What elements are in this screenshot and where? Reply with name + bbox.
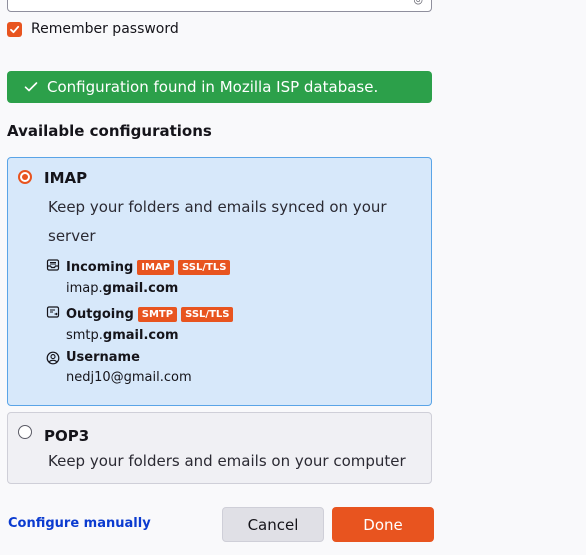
protocol-badge: SMTP [137, 307, 178, 322]
config-option-pop3[interactable]: POP3 Keep your folders and emails on you… [7, 412, 432, 484]
remember-password-checkbox[interactable] [7, 21, 22, 37]
username-label: Username [66, 350, 140, 365]
checkmark-icon [24, 82, 38, 92]
username-row: Username nedj10@gmail.com [46, 349, 192, 387]
outgoing-label: Outgoing [66, 307, 134, 322]
status-message: Configuration found in Mozilla ISP datab… [47, 78, 379, 96]
security-badge: SSL/TLS [178, 260, 231, 275]
status-notification: Configuration found in Mozilla ISP datab… [7, 71, 432, 103]
protocol-badge: IMAP [137, 260, 175, 275]
remember-password-label: Remember password [31, 21, 179, 37]
remember-password-row[interactable]: Remember password [7, 21, 179, 37]
user-icon [46, 351, 60, 365]
config-option-imap[interactable]: IMAP Keep your folders and emails synced… [7, 157, 432, 406]
inbox-icon [46, 259, 60, 271]
config-title-imap: IMAP [44, 169, 88, 187]
imap-radio[interactable] [18, 170, 32, 184]
configure-manually-link[interactable]: Configure manually [8, 516, 151, 531]
cancel-button[interactable]: Cancel [222, 507, 324, 542]
security-badge: SSL/TLS [181, 307, 234, 322]
pop3-radio[interactable] [18, 425, 32, 439]
incoming-label: Incoming [66, 260, 134, 275]
config-title-pop3: POP3 [44, 427, 90, 445]
config-description-imap: Keep your folders and emails synced on y… [48, 198, 387, 245]
show-password-icon[interactable]: ◎ [413, 0, 423, 6]
outbox-icon [46, 306, 60, 318]
outgoing-host: smtp.gmail.com [66, 328, 179, 343]
outgoing-server-row: Outgoing SMTP SSL/TLS smtp.gmail.com [46, 303, 234, 345]
available-configurations-heading: Available configurations [7, 122, 212, 140]
username-value: nedj10@gmail.com [66, 370, 192, 385]
done-button[interactable]: Done [332, 507, 434, 542]
checkmark-icon [10, 25, 20, 33]
config-description-pop3: Keep your folders and emails on your com… [48, 452, 406, 470]
incoming-host: imap.gmail.com [66, 281, 179, 296]
incoming-server-row: Incoming IMAP SSL/TLS imap.gmail.com [46, 256, 231, 298]
password-field[interactable]: ◎ [7, 0, 432, 12]
